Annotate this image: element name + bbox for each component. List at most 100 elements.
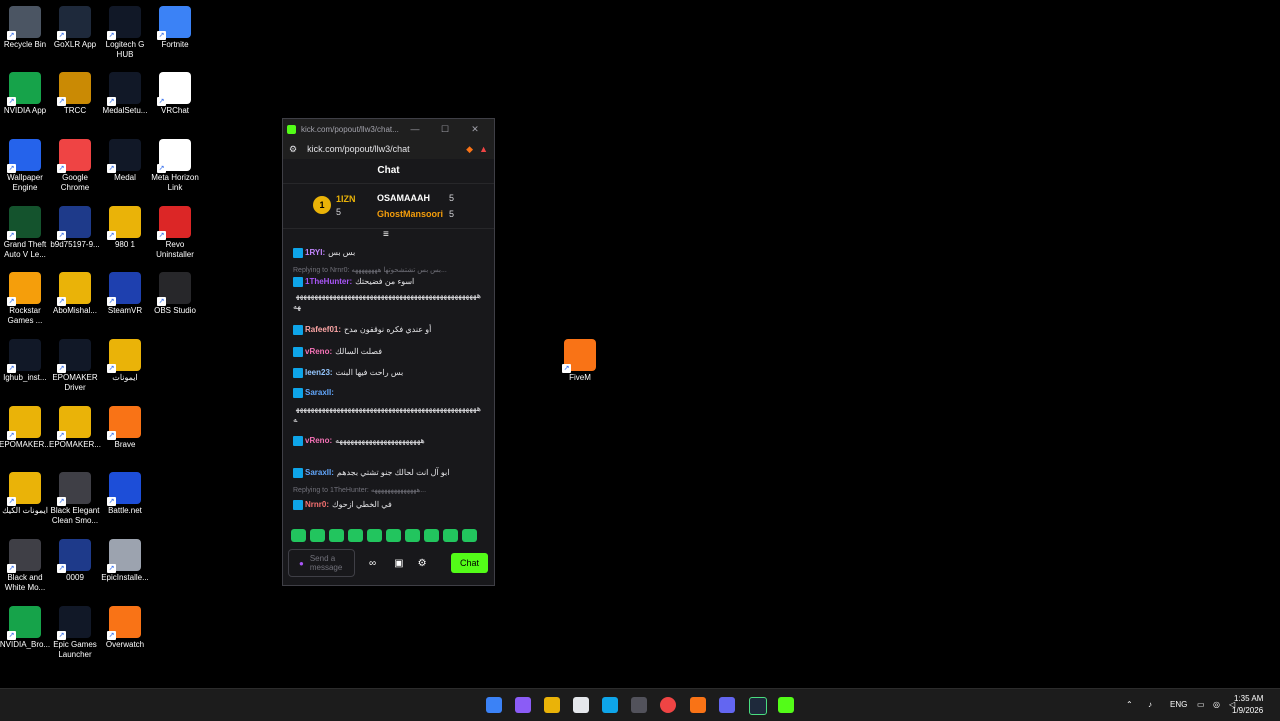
start-icon[interactable]	[486, 697, 502, 713]
emote-icon[interactable]	[310, 529, 325, 542]
desktop-icon[interactable]: ↗ Recycle Bin	[0, 0, 53, 50]
network-icon[interactable]: ◎	[1213, 689, 1220, 721]
emote-icon[interactable]	[329, 529, 344, 542]
brave-icon[interactable]	[690, 697, 706, 713]
desktop-icon[interactable]: ↗ Logitech G HUB	[97, 0, 153, 60]
goxlr-icon[interactable]	[749, 697, 767, 715]
emote-picker-icon[interactable]: ∞	[369, 558, 376, 569]
desktop-icon[interactable]: ↗ EPOMAKER Driver	[47, 333, 103, 393]
desktop-icon[interactable]: ↗ EPOMAKER...	[47, 400, 103, 450]
emote-icon[interactable]	[462, 529, 477, 542]
leaderboard: 1 1IZN 5 OSAMAAAH 5 GhostMansoori 5	[283, 184, 494, 229]
recycle-bin-icon: ↗	[7, 6, 41, 40]
chat-username[interactable]: Nrnr0:	[305, 500, 329, 509]
copilot-icon[interactable]	[515, 697, 531, 713]
kick-icon[interactable]	[778, 697, 794, 713]
language-indicator[interactable]: ENG	[1170, 689, 1187, 721]
desktop-icon[interactable]: ↗ Overwatch	[97, 600, 153, 650]
desktop-icon[interactable]: ↗ b9d75197-9...	[47, 200, 103, 250]
desktop-icon[interactable]: ↗ lghub_inst...	[0, 333, 53, 383]
mic-icon[interactable]: ♪	[1148, 689, 1152, 721]
nvidia-icon: ↗	[7, 72, 41, 106]
desktop-icon[interactable]: ↗ AboMishal...	[47, 266, 103, 316]
store-icon[interactable]	[602, 697, 618, 713]
desktop-icon[interactable]: ↗ MedalSetu...	[97, 66, 153, 116]
collapse-leaderboard-icon[interactable]: ≡	[383, 229, 389, 240]
desktop-icon[interactable]: ↗ Black and White Mo...	[0, 533, 53, 593]
file-explorer-icon[interactable]	[544, 697, 560, 713]
desktop-icon[interactable]: ↗ Battle.net	[97, 466, 153, 516]
clock-time[interactable]: 1:35 AM	[1234, 694, 1263, 703]
message-placeholder[interactable]: Send a message	[310, 554, 342, 572]
mic-icon[interactable]: ●	[299, 559, 304, 568]
chat-username[interactable]: vReno:	[305, 347, 332, 356]
emote-icon[interactable]	[424, 529, 439, 542]
desktop-icon[interactable]: ↗ Epic Games Launcher	[47, 600, 103, 660]
emote-icon[interactable]	[443, 529, 458, 542]
desktop-icon[interactable]: ↗ ايمونات الكيك	[0, 466, 53, 516]
notepad-icon[interactable]	[573, 697, 589, 713]
site-settings-icon[interactable]: ⚙	[289, 144, 297, 155]
reply-context[interactable]: Replying to Nrnr0: بس بس تشتشحوتها ههههه…	[293, 266, 447, 274]
display-icon[interactable]: ▭	[1197, 689, 1205, 721]
desktop-icon[interactable]: ↗ Wallpaper Engine	[0, 133, 53, 193]
desktop-icon[interactable]: ↗ Revo Uninstaller	[147, 200, 203, 260]
desktop-icon[interactable]: ↗ NVIDIA_Bro...	[0, 600, 53, 650]
chat-username[interactable]: leen23:	[305, 368, 333, 377]
chat-username[interactable]: Rafeef01:	[305, 325, 341, 334]
desktop-icon[interactable]: ↗ GoXLR App	[47, 0, 103, 50]
desktop-icon[interactable]: ↗ Medal	[97, 133, 153, 183]
reply-context[interactable]: Replying to 1TheHunter: ههههههههههههههه.…	[293, 486, 426, 494]
message-input[interactable]: ● Send a message	[288, 549, 355, 577]
chat-username[interactable]: SaraxII:	[305, 468, 334, 477]
desktop-icon[interactable]: ↗ EPOMAKER...	[0, 400, 53, 450]
url-text[interactable]: kick.com/popout/llw3/chat	[307, 144, 466, 154]
desktop-icon[interactable]: ↗ TRCC	[47, 66, 103, 116]
desktop-icon[interactable]: ↗ 980 1	[97, 200, 153, 250]
chrome-icon[interactable]	[660, 697, 676, 713]
desktop-icon[interactable]: ↗ NVIDIA App	[0, 66, 53, 116]
desktop-icon[interactable]: ↗ OBS Studio	[147, 266, 203, 316]
emote-icon[interactable]	[405, 529, 420, 542]
settings-icon[interactable]: ⚙	[418, 558, 427, 569]
store-icon[interactable]: ▣	[394, 558, 403, 569]
desktop-icon[interactable]: ↗ Rockstar Games ...	[0, 266, 53, 326]
chat-username[interactable]: SaraxII:	[305, 388, 334, 397]
emote-icon[interactable]	[348, 529, 363, 542]
discord-icon[interactable]	[719, 697, 735, 713]
desktop-icon[interactable]: ↗ FiveM	[552, 333, 608, 383]
close-button[interactable]: ✕	[460, 124, 490, 135]
folder-icon: ↗	[107, 206, 141, 240]
desktop-icon[interactable]: ↗ VRChat	[147, 66, 203, 116]
rank-badge: 1	[313, 196, 331, 214]
maximize-button[interactable]: ☐	[430, 124, 460, 135]
desktop-icon[interactable]: ↗ Fortnite	[147, 0, 203, 50]
emote-icon[interactable]	[386, 529, 401, 542]
desktop-icon[interactable]: ↗ 0009	[47, 533, 103, 583]
minimize-button[interactable]: —	[400, 124, 430, 134]
calculator-icon[interactable]	[631, 697, 647, 713]
desktop-icon[interactable]: ↗ EpicInstalle...	[97, 533, 153, 583]
shortcut-arrow-icon: ↗	[107, 364, 116, 373]
video-icon: ↗	[57, 539, 91, 573]
chat-username[interactable]: 1TheHunter:	[305, 277, 352, 286]
desktop-icon[interactable]: ↗ Grand Theft Auto V Le...	[0, 200, 53, 260]
desktop-icon[interactable]: ↗ Black Elegant Clean Smo...	[47, 466, 103, 526]
address-bar[interactable]: ⚙ kick.com/popout/llw3/chat ◆ ▲	[283, 139, 494, 159]
emote-icon[interactable]	[367, 529, 382, 542]
desktop-icon[interactable]: ↗ Google Chrome	[47, 133, 103, 193]
clock-date[interactable]: 1/9/2026	[1232, 706, 1263, 715]
subscriber-badge-icon	[293, 276, 303, 287]
desktop-icon[interactable]: ↗ SteamVR	[97, 266, 153, 316]
window-title: kick.com/popout/llw3/chat...	[301, 124, 399, 134]
emote-icon[interactable]	[291, 529, 306, 542]
desktop-icon[interactable]: ↗ ايمونات	[97, 333, 153, 383]
chat-username[interactable]: 1RYI:	[305, 248, 325, 257]
chat-username[interactable]: vReno:	[305, 436, 332, 445]
tray-overflow-icon[interactable]: ⌃	[1126, 689, 1133, 721]
brave-shield-icon[interactable]: ◆	[466, 144, 473, 155]
desktop-icon[interactable]: ↗ Meta Horizon Link	[147, 133, 203, 193]
chat-send-button[interactable]: Chat	[451, 553, 488, 573]
brave-rewards-icon[interactable]: ▲	[479, 144, 488, 154]
desktop-icon[interactable]: ↗ Brave	[97, 400, 153, 450]
